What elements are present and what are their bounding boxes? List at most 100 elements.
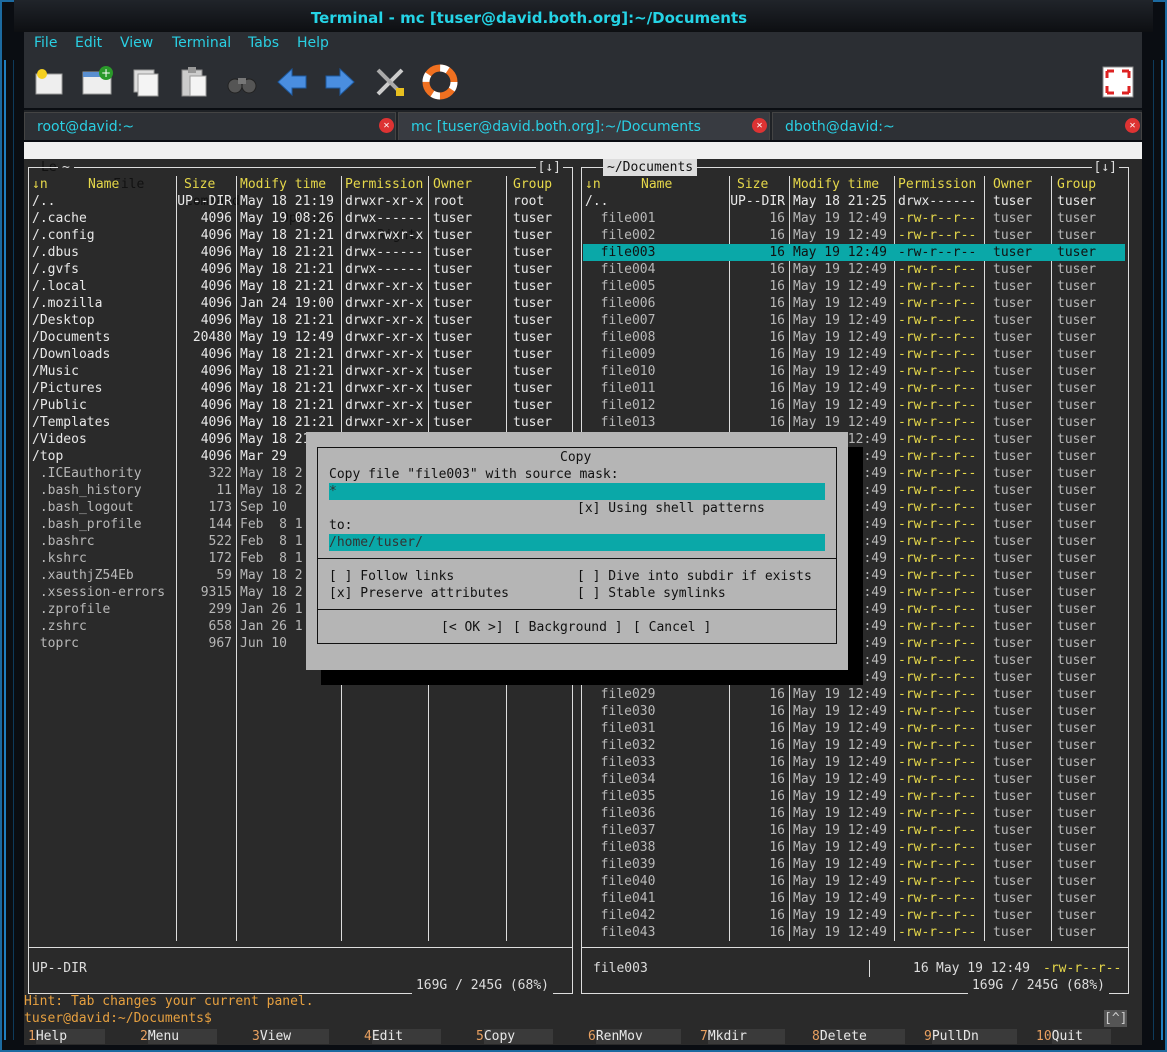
ok-button[interactable]: [< OK >]: [441, 619, 504, 636]
column-header-perm[interactable]: Permission: [898, 176, 976, 193]
tab-mc-documents[interactable]: mc [tuser@david.both.org]:~/Documents: [398, 112, 770, 140]
cancel-button[interactable]: [ Cancel ]: [633, 619, 711, 636]
file-row[interactable]: /.. UP--DIR May 18 21:19 drwxr-xr-x root root: [30, 193, 569, 210]
file-row[interactable]: file039 16 May 19 12:49 -rw-r--r-- tuser tuse…: [583, 856, 1125, 873]
menu-terminal[interactable]: Terminal: [172, 35, 231, 51]
file-row[interactable]: file005 16 May 19 12:49 -rw-r--r-- tuser tuse…: [583, 278, 1125, 295]
file-row[interactable]: file037 16 May 19 12:49 -rw-r--r-- tuser tuse…: [583, 822, 1125, 839]
file-row[interactable]: file040 16 May 19 12:49 -rw-r--r-- tuser tuse…: [583, 873, 1125, 890]
fkey-mkdir-button[interactable]: 7Mkdir: [700, 1028, 785, 1045]
file-row[interactable]: /Public 4096 May 18 21:21 drwxr-xr-x tuser tu…: [30, 397, 569, 414]
file-row[interactable]: file009 16 May 19 12:49 -rw-r--r-- tuser tuse…: [583, 346, 1125, 363]
file-row[interactable]: /Desktop 4096 May 18 21:21 drwxr-xr-x tuser t…: [30, 312, 569, 329]
fkey-edit-button[interactable]: 4Edit: [364, 1028, 442, 1045]
fkey-pulldn-button[interactable]: 9PullDn: [924, 1028, 1017, 1045]
file-row[interactable]: file029 16 May 19 12:49 -rw-r--r-- tuser tuse…: [583, 686, 1125, 703]
panel-sort-indicator[interactable]: [↓]: [1091, 159, 1119, 176]
column-header-group[interactable]: Group: [513, 176, 552, 193]
file-row[interactable]: /.config 4096 May 18 21:21 drwxrwxr-x tuser t…: [30, 227, 569, 244]
fkey-quit-button[interactable]: 10Quit: [1036, 1028, 1111, 1045]
file-row[interactable]: file033 16 May 19 12:49 -rw-r--r-- tuser tuse…: [583, 754, 1125, 771]
file-row[interactable]: file036 16 May 19 12:49 -rw-r--r-- tuser tuse…: [583, 805, 1125, 822]
column-header-name[interactable]: Name: [641, 176, 672, 193]
file-row[interactable]: file010 16 May 19 12:49 -rw-r--r-- tuser tuse…: [583, 363, 1125, 380]
column-header-name[interactable]: Name: [88, 176, 119, 193]
file-row[interactable]: file007 16 May 19 12:49 -rw-r--r-- tuser tuse…: [583, 312, 1125, 329]
file-row[interactable]: /.cache 4096 May 19 08:26 drwx------ tuser tu…: [30, 210, 569, 227]
close-tab-dboth-icon[interactable]: ✕: [1125, 118, 1140, 133]
file-row[interactable]: file004 16 May 19 12:49 -rw-r--r-- tuser tuse…: [583, 261, 1125, 278]
fkey-menu-button[interactable]: 2Menu: [140, 1028, 218, 1045]
file-row[interactable]: file008 16 May 19 12:49 -rw-r--r-- tuser tuse…: [583, 329, 1125, 346]
command-line[interactable]: tuser@david:~/Documents$: [24, 1010, 1142, 1027]
file-row[interactable]: /.gvfs 4096 May 18 21:21 drwx------ tuser tus…: [30, 261, 569, 278]
column-header-perm[interactable]: Permission: [345, 176, 423, 193]
menu-file[interactable]: File: [34, 35, 57, 51]
file-row[interactable]: file003 16 May 19 12:49 -rw-r--r-- tuser tuse…: [583, 244, 1125, 261]
search-binoculars-icon[interactable]: [224, 64, 260, 100]
file-row[interactable]: file011 16 May 19 12:49 -rw-r--r-- tuser tuse…: [583, 380, 1125, 397]
fkey-view-button[interactable]: 3View: [252, 1028, 330, 1045]
fkey-delete-button[interactable]: 8Delete: [812, 1028, 905, 1045]
help-lifebuoy-icon[interactable]: [422, 64, 458, 100]
file-row[interactable]: /Templates 4096 May 18 21:21 drwxr-xr-x tuse…: [30, 414, 569, 431]
file-row[interactable]: /.dbus 4096 May 18 21:21 drwx------ tuser tus…: [30, 244, 569, 261]
file-row[interactable]: /Downloads 4096 May 18 21:21 drwxr-xr-x tuse…: [30, 346, 569, 363]
file-row[interactable]: file006 16 May 19 12:49 -rw-r--r-- tuser tuse…: [583, 295, 1125, 312]
tab-root[interactable]: root@david:~: [24, 112, 396, 140]
menu-tabs[interactable]: Tabs: [248, 35, 279, 51]
fkey-renmov-button[interactable]: 6RenMov: [588, 1028, 681, 1045]
preserve-attributes-checkbox[interactable]: [x] Preserve attributes: [329, 585, 509, 602]
file-row[interactable]: /Pictures 4096 May 18 21:21 drwxr-xr-x tuser…: [30, 380, 569, 397]
close-tab-mc-icon[interactable]: ✕: [752, 118, 767, 133]
fkey-copy-button[interactable]: 5Copy: [476, 1028, 554, 1045]
menu-help[interactable]: Help: [297, 35, 329, 51]
file-row[interactable]: file032 16 May 19 12:49 -rw-r--r-- tuser tuse…: [583, 737, 1125, 754]
file-row[interactable]: file041 16 May 19 12:49 -rw-r--r-- tuser tuse…: [583, 890, 1125, 907]
file-row[interactable]: /.local 4096 May 18 21:21 drwxr-xr-x tuser tu…: [30, 278, 569, 295]
file-row[interactable]: /Music 4096 May 18 21:21 drwxr-xr-x tuser tus…: [30, 363, 569, 380]
file-row[interactable]: file001 16 May 19 12:49 -rw-r--r-- tuser tuse…: [583, 210, 1125, 227]
file-row[interactable]: /.mozilla 4096 Jan 24 19:00 drwxr-xr-x tuser…: [30, 295, 569, 312]
column-header-n[interactable]: ↓n: [32, 176, 48, 193]
file-row[interactable]: file012 16 May 19 12:49 -rw-r--r-- tuser tuse…: [583, 397, 1125, 414]
follow-links-checkbox[interactable]: [ ] Follow links: [329, 568, 454, 585]
column-header-n[interactable]: ↓n: [585, 176, 601, 193]
column-header-owner[interactable]: Owner: [993, 176, 1032, 193]
menu-edit[interactable]: Edit: [75, 35, 102, 51]
column-header-size[interactable]: Size: [184, 176, 215, 193]
file-row[interactable]: file030 16 May 19 12:49 -rw-r--r-- tuser tuse…: [583, 703, 1125, 720]
source-mask-input[interactable]: *: [329, 483, 825, 500]
menu-view[interactable]: View: [120, 35, 153, 51]
title-bar[interactable]: Terminal - mc [tuser@david.both.org]:~/D…: [14, 0, 1153, 32]
file-row[interactable]: file035 16 May 19 12:49 -rw-r--r-- tuser tuse…: [583, 788, 1125, 805]
stable-symlinks-checkbox[interactable]: [ ] Stable symlinks: [577, 585, 726, 602]
column-header-size[interactable]: Size: [737, 176, 768, 193]
paste-icon[interactable]: [176, 64, 212, 100]
file-row[interactable]: /Documents 20480 May 19 12:49 drwxr-xr-x tus…: [30, 329, 569, 346]
file-row[interactable]: file028 16 May 19 12:49 -rw-r--r-- tuser tuse…: [583, 669, 1125, 686]
column-header-mtime[interactable]: Modify time: [793, 176, 879, 193]
forward-arrow-icon[interactable]: [322, 64, 358, 100]
background-button[interactable]: [ Background ]: [513, 619, 623, 636]
back-arrow-icon[interactable]: [274, 64, 310, 100]
column-header-mtime[interactable]: Modify time: [240, 176, 326, 193]
fullscreen-icon[interactable]: [1102, 66, 1134, 98]
tab-dboth[interactable]: dboth@david:~: [772, 112, 1142, 140]
new-window-icon[interactable]: +: [80, 64, 116, 100]
new-tab-icon[interactable]: [32, 64, 68, 100]
file-row[interactable]: file013 16 May 19 12:49 -rw-r--r-- tuser tuse…: [583, 414, 1125, 431]
close-tab-root-icon[interactable]: ✕: [379, 118, 394, 133]
destination-input[interactable]: /home/tuser/: [329, 534, 825, 551]
file-row[interactable]: file002 16 May 19 12:49 -rw-r--r-- tuser tuse…: [583, 227, 1125, 244]
file-row[interactable]: /.. UP--DIR May 18 21:25 drwx------ tuser tus…: [583, 193, 1125, 210]
file-row[interactable]: file043 16 May 19 12:49 -rw-r--r-- tuser tuse…: [583, 924, 1125, 941]
column-header-owner[interactable]: Owner: [433, 176, 472, 193]
dive-subdir-checkbox[interactable]: [ ] Dive into subdir if exists: [577, 568, 812, 585]
copy-icon[interactable]: [128, 64, 164, 100]
column-header-group[interactable]: Group: [1057, 176, 1096, 193]
shell-patterns-checkbox[interactable]: [x] Using shell patterns: [577, 500, 765, 517]
file-row[interactable]: file031 16 May 19 12:49 -rw-r--r-- tuser tuse…: [583, 720, 1125, 737]
preferences-tools-icon[interactable]: [372, 64, 408, 100]
file-row[interactable]: file038 16 May 19 12:49 -rw-r--r-- tuser tuse…: [583, 839, 1125, 856]
